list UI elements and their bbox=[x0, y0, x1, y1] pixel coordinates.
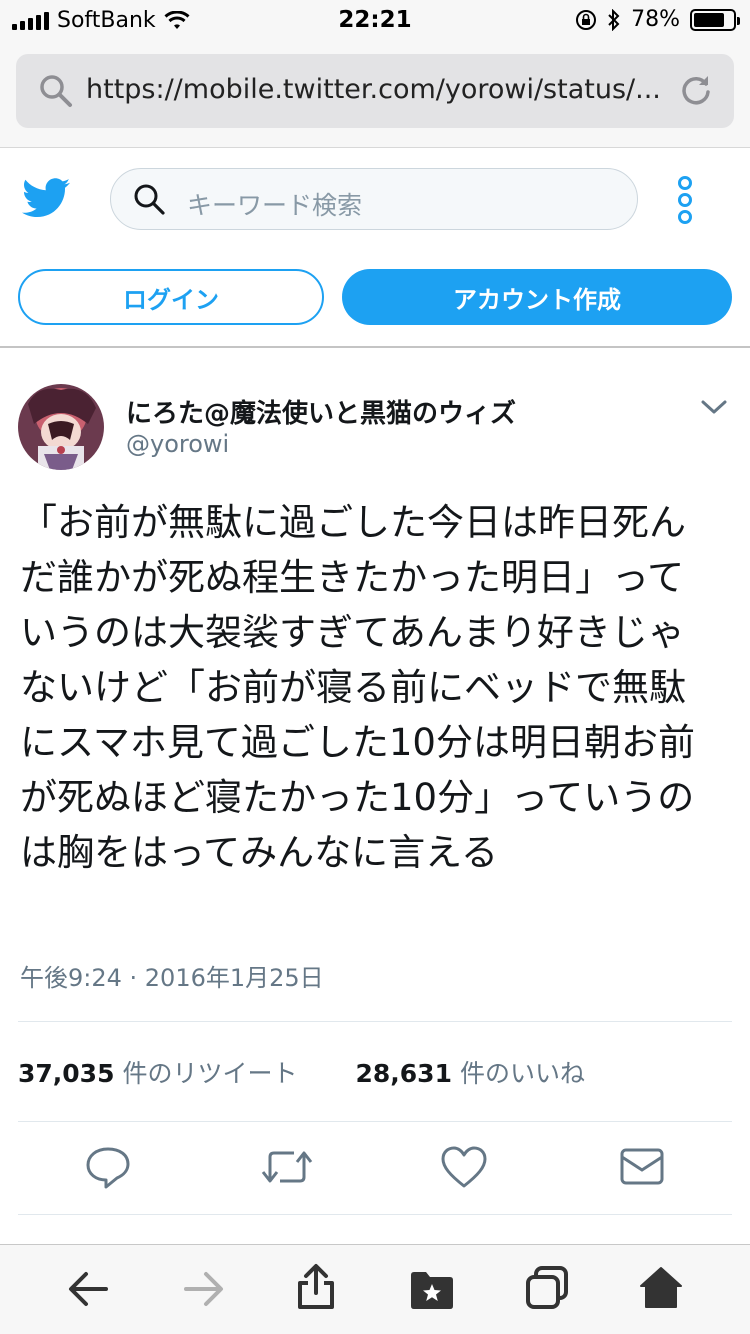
forward-arrow-icon[interactable] bbox=[182, 1269, 226, 1309]
orientation-lock-icon bbox=[576, 9, 597, 30]
bookmarks-icon[interactable] bbox=[408, 1269, 456, 1311]
tweet-timestamp[interactable]: 午後9:24 · 2016年1月25日 bbox=[20, 958, 324, 993]
search-icon bbox=[134, 184, 165, 215]
tabs-icon[interactable] bbox=[524, 1265, 570, 1311]
tweet-stats: 37,035 件のリツイート 28,631 件のいいね bbox=[18, 1054, 643, 1090]
battery-percent: 78% bbox=[631, 7, 680, 32]
address-bar[interactable]: https://mobile.twitter.com/yorowi/status… bbox=[16, 54, 734, 128]
avatar[interactable] bbox=[18, 384, 104, 470]
browser-address-area: https://mobile.twitter.com/yorowi/status… bbox=[0, 40, 750, 148]
like-count: 28,631 bbox=[355, 1059, 452, 1088]
divider bbox=[18, 1021, 732, 1022]
retweet-count: 37,035 bbox=[18, 1059, 115, 1088]
divider bbox=[18, 1121, 732, 1122]
status-bar: SoftBank 22:21 78% bbox=[0, 0, 750, 40]
keyword-search-field[interactable]: キーワード検索 bbox=[110, 168, 638, 230]
search-icon bbox=[40, 75, 72, 107]
login-button[interactable]: ログイン bbox=[18, 269, 324, 325]
like-stat[interactable]: 28,631 件のいいね bbox=[356, 1054, 586, 1090]
retweet-icon[interactable] bbox=[260, 1145, 314, 1189]
reply-icon[interactable] bbox=[84, 1145, 132, 1189]
retweet-label: 件のリツイート bbox=[122, 1059, 298, 1088]
twitter-header: キーワード検索 bbox=[0, 150, 750, 250]
back-arrow-icon[interactable] bbox=[66, 1269, 110, 1309]
author-handle[interactable]: @yorowi bbox=[126, 430, 229, 458]
home-icon[interactable] bbox=[638, 1265, 684, 1309]
battery-icon bbox=[690, 8, 740, 31]
like-heart-icon[interactable] bbox=[440, 1145, 488, 1189]
reload-icon[interactable] bbox=[678, 72, 714, 108]
section-divider bbox=[0, 346, 750, 348]
like-label: 件のいいね bbox=[459, 1059, 585, 1088]
retweet-stat[interactable]: 37,035 件のリツイート bbox=[18, 1054, 298, 1090]
battery-fill bbox=[694, 12, 724, 27]
tweet-text: 「お前が無駄に過ごした今日は昨日死んだ誰かが死ぬ程生きたかった明日」っていうのは… bbox=[20, 501, 695, 874]
author-name[interactable]: にろた@魔法使いと黒猫のウィズ bbox=[126, 393, 516, 430]
share-icon[interactable] bbox=[294, 1263, 338, 1311]
more-vertical-icon[interactable] bbox=[672, 176, 698, 224]
bluetooth-icon bbox=[608, 8, 620, 31]
create-account-button[interactable]: アカウント作成 bbox=[342, 269, 732, 325]
url-text[interactable]: https://mobile.twitter.com/yorowi/status… bbox=[86, 74, 676, 105]
chevron-down-icon[interactable] bbox=[700, 398, 728, 416]
browser-toolbar bbox=[0, 1244, 750, 1334]
twitter-bird-icon[interactable] bbox=[22, 178, 70, 218]
direct-message-icon[interactable] bbox=[618, 1145, 666, 1189]
divider bbox=[18, 1214, 732, 1215]
search-placeholder: キーワード検索 bbox=[187, 191, 363, 220]
